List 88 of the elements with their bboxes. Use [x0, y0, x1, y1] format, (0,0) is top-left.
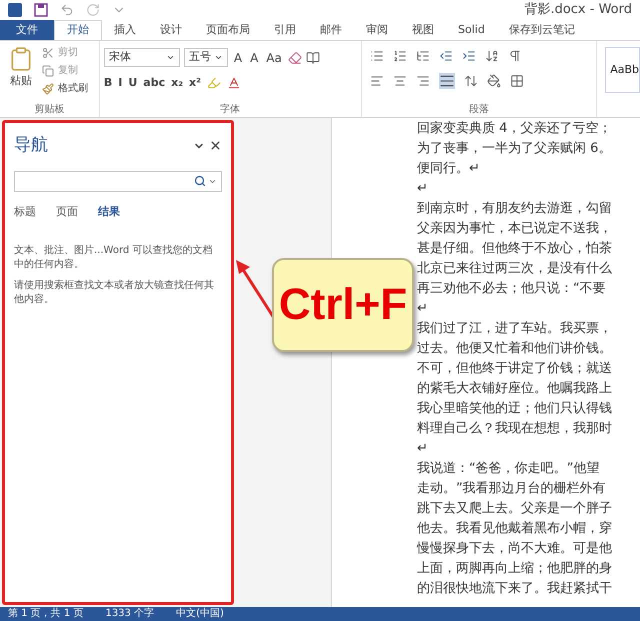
format-button[interactable]: abc	[143, 75, 166, 92]
status-text: 1333 个字	[105, 608, 154, 620]
ribbon-tab[interactable]: Solid	[446, 20, 497, 40]
document-text-line: 跳下去又爬上去。父亲是一个胖子	[417, 500, 612, 518]
multilevel-list-icon[interactable]	[416, 49, 430, 63]
format-button[interactable]: B	[104, 75, 112, 92]
increase-indent-icon[interactable]	[462, 49, 476, 63]
ribbon-tab[interactable]: 页面布局	[194, 20, 262, 40]
font-size-button[interactable]: A	[248, 48, 260, 66]
ribbon-tab[interactable]: 保存到云笔记	[496, 20, 587, 40]
format-button[interactable]: U	[128, 75, 138, 92]
ribbon-tab[interactable]: 审阅	[354, 20, 400, 40]
document-text-line: 走动。”我看那边月台的栅栏外有	[417, 480, 606, 498]
scissors-icon	[42, 46, 54, 58]
search-icon[interactable]	[194, 175, 206, 187]
document-text-line: 过去。他便又忙着和他们讲价钱。	[417, 340, 612, 358]
document-text-line: 的泪很快地流下来了。我赶紧拭干	[417, 580, 612, 598]
group-label: 段落	[468, 103, 490, 117]
sort-icon[interactable]	[484, 49, 498, 63]
ribbon-tab[interactable]: 视图	[400, 20, 446, 40]
document-text-line: 再三劝他不必去；他只说：“不要	[417, 280, 606, 298]
help-text: 请使用搜索框查找文本或者放大镜查找任何其他内容。	[14, 279, 215, 307]
pilcrow-icon[interactable]	[508, 49, 522, 63]
font-size-button[interactable]: Aa	[264, 48, 284, 66]
style-preview[interactable]: AaBb	[605, 47, 640, 93]
format-painter-button[interactable]: 格式刷	[42, 81, 88, 96]
document-text-line: 料理自己么？我现在想想，我那时	[417, 420, 612, 438]
pane-title: 导航	[14, 134, 48, 157]
format-button[interactable]: x²	[189, 75, 201, 92]
document-text-line: 慢慢探身下去，尚不大难。可是他	[417, 540, 612, 558]
status-text: 中文(中国)	[176, 608, 224, 620]
window-title: 背影.docx - Word	[524, 1, 632, 20]
ribbon-tab[interactable]: 文件	[0, 20, 54, 40]
status-text: 第 1 页，共 1 页	[8, 608, 84, 620]
help-text: 文本、批注、图片...Word 可以查找您的文档中的任何内容。	[14, 244, 214, 272]
document-text-line: 的紫毛大衣铺好座位。他嘱我路上	[417, 380, 612, 398]
shading-icon[interactable]	[486, 74, 500, 88]
ribbon-tab[interactable]: 设计	[148, 20, 194, 40]
shortcut-callout: Ctrl+F	[272, 258, 414, 352]
copy-icon	[42, 64, 54, 76]
document-text-line: 上面，两脚再向上缩；他肥胖的身	[417, 560, 612, 578]
ribbon-tab[interactable]: 引用	[262, 20, 308, 40]
format-button[interactable]: x₂	[171, 75, 184, 92]
document-text-line: 我们过了江，进了车站。我买票，	[417, 320, 612, 338]
document-text-line: 父亲因为事忙，本已说定不送我，	[417, 220, 612, 238]
document-text-line: 我说道：“爸爸，你走吧。”他望	[417, 460, 600, 478]
document-text-line: 回家变卖典质 4，父亲还了亏空；	[417, 120, 612, 138]
document-text-line: 不可，但他终于讲定了价钱；就送	[417, 360, 612, 378]
decrease-indent-icon[interactable]	[438, 49, 452, 63]
align-right-icon[interactable]	[416, 74, 430, 88]
document-text-line: 北京已来往过两三次，是没有什么	[417, 260, 612, 278]
line-spacing-icon[interactable]	[464, 74, 478, 88]
pane-tab[interactable]: 页面	[56, 204, 78, 220]
font-name-field[interactable]: 宋体	[104, 48, 180, 67]
font-size-field[interactable]: 五号	[184, 48, 228, 67]
paintbrush-icon	[42, 82, 54, 94]
save-icon[interactable]	[34, 3, 48, 17]
document-text-line: ↵	[417, 440, 428, 458]
justify-icon[interactable]	[438, 73, 454, 89]
undo-icon[interactable]	[60, 3, 74, 17]
font-color-icon[interactable]	[226, 76, 241, 90]
align-left-icon[interactable]	[370, 74, 384, 88]
group-label: 剪贴板	[33, 103, 66, 117]
ribbon-tab[interactable]: 插入	[102, 20, 148, 40]
align-center-icon[interactable]	[392, 74, 406, 88]
font-size-button[interactable]: A	[232, 48, 244, 66]
paste-button[interactable]: 粘贴	[4, 45, 38, 103]
caret-icon[interactable]	[166, 53, 175, 62]
document-text-line: ↵	[417, 180, 428, 198]
ribbon-tab[interactable]: 开始	[54, 20, 102, 40]
search-field[interactable]	[14, 170, 222, 192]
ribbon-tab[interactable]: 邮件	[308, 20, 354, 40]
numbering-icon[interactable]	[392, 49, 406, 63]
group-label: 字体	[219, 103, 242, 117]
document-text-line: 到南京时，有朋友约去游逛，勾留	[417, 200, 612, 218]
borders-icon[interactable]	[510, 74, 524, 88]
format-button[interactable]: I	[118, 75, 122, 92]
clear-format-icon[interactable]	[288, 50, 302, 64]
document-text-line: 我心里暗笑他的迂；他们只认得钱	[417, 400, 612, 418]
caret-icon[interactable]	[214, 53, 223, 62]
document-text-line: ↵	[417, 300, 428, 318]
document-text-line: 甚是仔细。但他终于不放心，怕茶	[417, 240, 612, 258]
pane-tab[interactable]: 标题	[14, 204, 36, 220]
pane-tab[interactable]: 结果	[98, 204, 120, 220]
close-icon[interactable]	[209, 139, 222, 152]
document-text-line: 他去。我看见他戴着黑布小帽，穿	[417, 520, 612, 538]
document-text-line: 为了丧事，一半为了父亲赋闲 6。	[417, 140, 612, 158]
document-text-line: 便同行。↵	[417, 160, 480, 178]
